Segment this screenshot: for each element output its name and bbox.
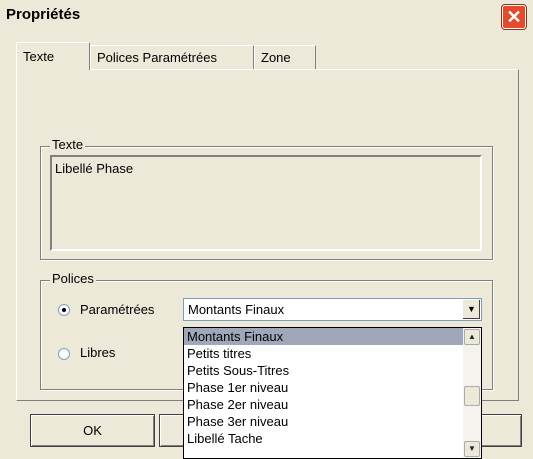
close-icon[interactable]: ✕ (502, 5, 526, 29)
scroll-thumb[interactable] (464, 386, 480, 406)
polices-group-legend: Polices (50, 271, 96, 286)
police-select-value: Montants Finaux (188, 302, 285, 317)
list-item[interactable]: Petits Sous-Titres (184, 362, 463, 379)
dropdown-scrollbar[interactable]: ▲ ▼ (463, 328, 481, 458)
texte-field[interactable]: Libellé Phase (50, 155, 482, 251)
radio-libres-label: Libres (80, 345, 116, 360)
list-item[interactable]: Libellé Tache (184, 430, 463, 447)
list-item[interactable]: Petits titres (184, 345, 463, 362)
ok-button[interactable]: OK (30, 414, 155, 447)
texte-group-legend: Texte (50, 137, 86, 152)
police-dropdown-list[interactable]: Montants Finaux Petits titres Petits Sou… (183, 327, 482, 459)
texte-value: Libellé Phase (55, 161, 134, 176)
list-item[interactable]: Phase 1er niveau (184, 379, 463, 396)
list-item[interactable]: Phase 2er niveau (184, 396, 463, 413)
radio-parametrees[interactable] (58, 304, 70, 316)
radio-parametrees-label: Paramétrées (80, 302, 155, 317)
list-item[interactable]: Phase 3er niveau (184, 413, 463, 430)
chevron-down-icon[interactable]: ▼ (462, 300, 480, 319)
scroll-up-icon[interactable]: ▲ (464, 329, 480, 345)
tab-polices-parametrees[interactable]: Polices Paramétrées (90, 45, 254, 69)
scroll-down-icon[interactable]: ▼ (464, 441, 480, 457)
police-select[interactable]: Montants Finaux ▼ (183, 298, 482, 321)
window-title: Propriétés (6, 6, 81, 23)
list-item[interactable]: Montants Finaux (184, 328, 463, 345)
tab-texte[interactable]: Texte (16, 42, 90, 70)
radio-libres[interactable] (58, 348, 70, 360)
tab-zone[interactable]: Zone (254, 45, 316, 69)
